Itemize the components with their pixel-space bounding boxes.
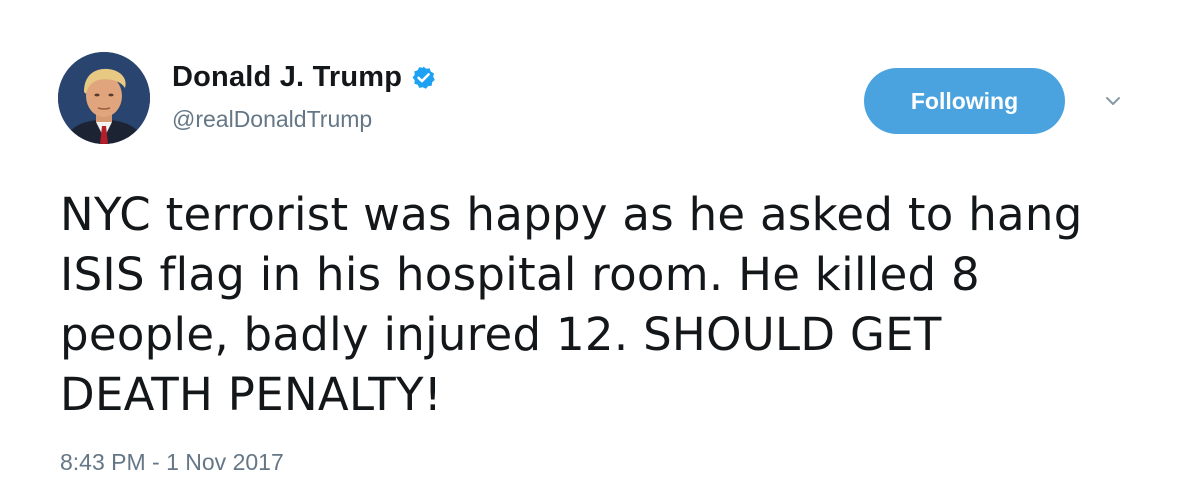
display-name[interactable]: Donald J. Trump xyxy=(172,61,402,94)
tweet-timestamp[interactable]: 8:43 PM - 1 Nov 2017 xyxy=(60,449,284,476)
verified-badge-icon xyxy=(411,65,436,90)
avatar[interactable] xyxy=(58,52,150,144)
following-button[interactable]: Following xyxy=(864,68,1065,134)
profile-photo xyxy=(58,52,150,144)
tweet-text: NYC terrorist was happy as he asked to h… xyxy=(60,188,1083,421)
user-name-row: Donald J. Trump xyxy=(172,60,436,94)
tweet-card: Donald J. Trump @realDonaldTrump Followi… xyxy=(0,0,1200,503)
chevron-down-icon[interactable] xyxy=(1100,92,1126,110)
user-handle[interactable]: @realDonaldTrump xyxy=(172,106,372,133)
